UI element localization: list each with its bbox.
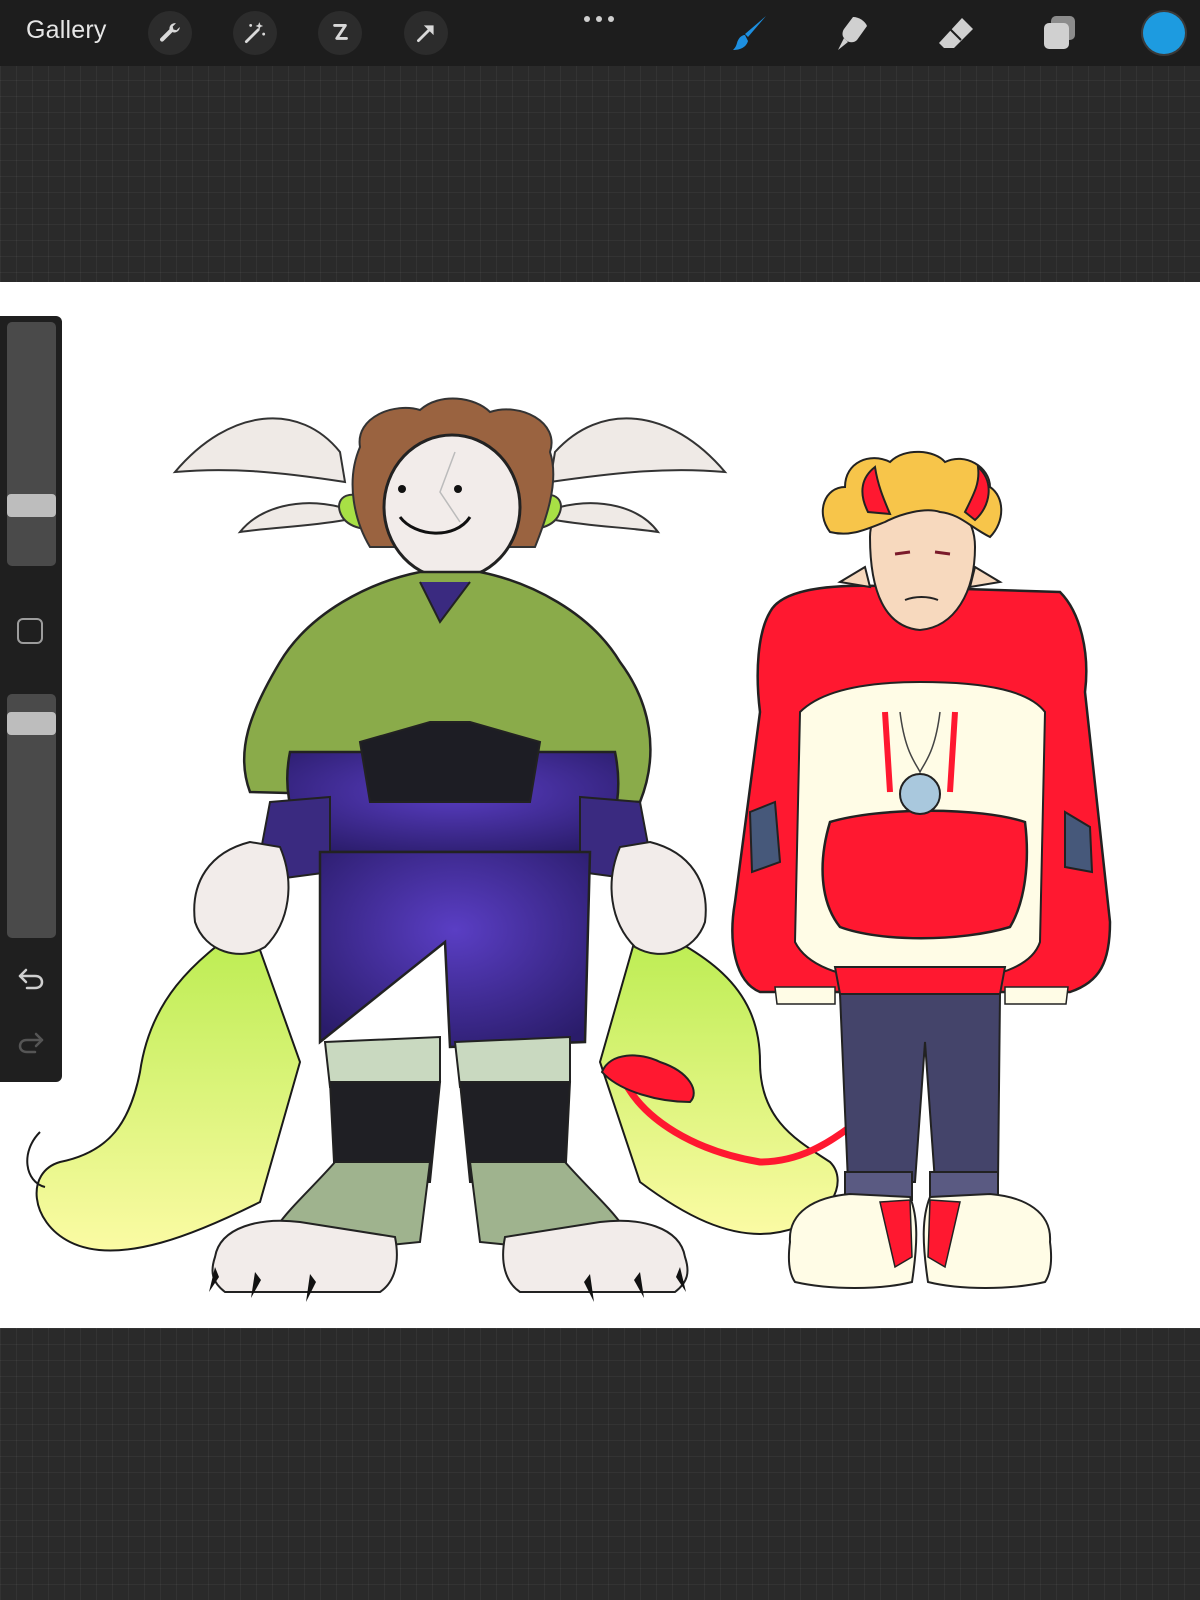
- selection-button[interactable]: [318, 11, 362, 55]
- layers-button[interactable]: [1036, 12, 1082, 54]
- brush-size-slider[interactable]: [7, 322, 56, 566]
- erase-button[interactable]: [933, 12, 979, 54]
- brush-size-thumb[interactable]: [7, 494, 56, 517]
- gallery-button[interactable]: Gallery: [26, 16, 107, 45]
- modify-button[interactable]: [17, 618, 43, 644]
- left-character: [26, 397, 839, 1302]
- brush-icon: [733, 16, 766, 50]
- smudge-button[interactable]: [830, 12, 876, 54]
- paint-button[interactable]: [727, 12, 773, 54]
- eraser-icon: [939, 18, 973, 48]
- layers-icon: [1044, 16, 1075, 49]
- arrow-cursor-icon: [417, 25, 434, 42]
- drawing-canvas[interactable]: [0, 282, 1200, 1328]
- adjustments-button[interactable]: [233, 11, 277, 55]
- transform-button[interactable]: [404, 11, 448, 55]
- magic-wand-icon: [244, 22, 266, 44]
- undo-icon[interactable]: [17, 966, 45, 992]
- top-toolbar: Gallery: [0, 0, 1200, 66]
- opacity-slider[interactable]: [7, 694, 56, 938]
- smudge-icon: [838, 17, 867, 50]
- actions-button[interactable]: [148, 11, 192, 55]
- opacity-thumb[interactable]: [7, 712, 56, 735]
- ellipsis-icon[interactable]: [581, 14, 617, 24]
- selection-icon: [333, 24, 348, 40]
- artwork-illustration: [26, 397, 1112, 1302]
- redo-icon[interactable]: [17, 1030, 45, 1056]
- color-picker-button[interactable]: [1143, 12, 1185, 54]
- wrench-icon: [159, 23, 180, 42]
